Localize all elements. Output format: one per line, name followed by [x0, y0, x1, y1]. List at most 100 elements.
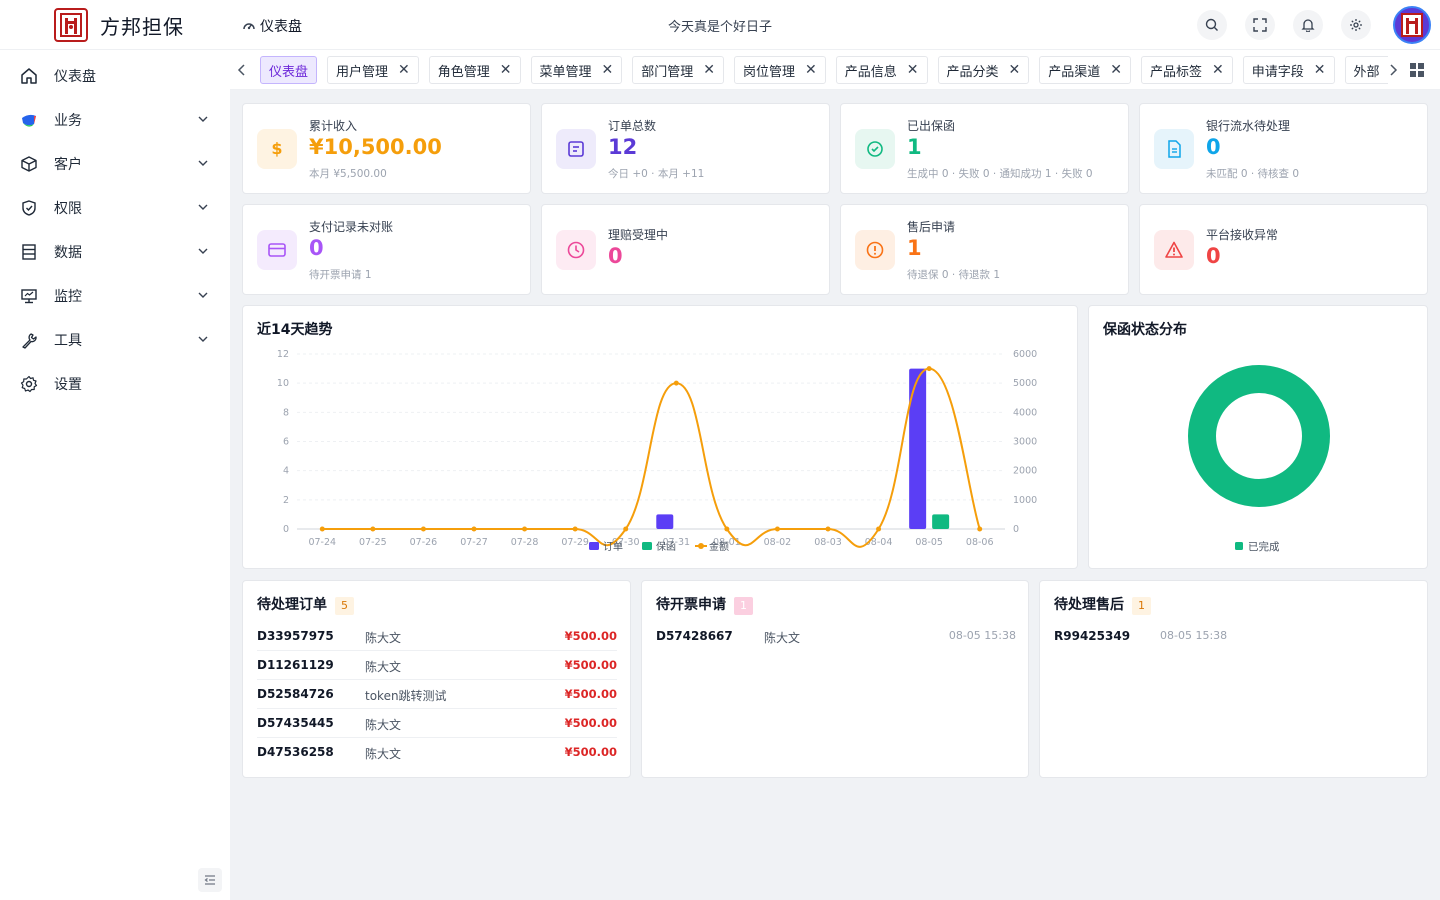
user-avatar[interactable]: [1393, 6, 1431, 44]
y-left-tick-label: 10: [277, 378, 289, 389]
x-tick-label: 07-29: [561, 537, 589, 548]
notification-button[interactable]: [1293, 10, 1323, 40]
tab-item[interactable]: 菜单管理 ✕: [530, 56, 623, 84]
sidebar-item-tools[interactable]: 工具: [0, 319, 230, 359]
amount-point[interactable]: [876, 526, 882, 532]
y-right-tick-label: 1000: [1013, 495, 1037, 506]
dashboard-icon: [243, 23, 255, 30]
close-icon[interactable]: ✕: [500, 62, 512, 78]
list-row[interactable]: D57435445 陈大文 ¥500.00: [257, 709, 617, 738]
tab-item[interactable]: 部门管理 ✕: [632, 56, 725, 84]
close-icon[interactable]: ✕: [703, 62, 715, 78]
close-icon[interactable]: ✕: [602, 62, 614, 78]
tab-item[interactable]: 用户管理 ✕: [327, 56, 419, 84]
stat-card[interactable]: 平台接收异常 0: [1139, 204, 1428, 295]
chevron-down-icon: [198, 204, 208, 210]
tab-item[interactable]: 仪表盘: [260, 56, 318, 84]
tab-item[interactable]: 角色管理 ✕: [428, 56, 521, 84]
chevron-down-icon: [198, 248, 208, 254]
list-row[interactable]: D11261129 陈大文 ¥500.00: [257, 651, 617, 680]
donut-slice[interactable]: [1188, 365, 1330, 507]
amount-point[interactable]: [420, 526, 426, 532]
stat-card[interactable]: 理赔受理中 0: [541, 204, 830, 295]
stat-card[interactable]: 支付记录未对账 0 待开票申请 1: [242, 204, 531, 295]
logo-icon: [54, 8, 88, 42]
list-row[interactable]: D33957975 陈大文 ¥500.00: [257, 622, 617, 651]
stat-subtext: 今日 +0 · 本月 +11: [608, 168, 705, 180]
stat-card[interactable]: 已出保函 1 生成中 0 · 失败 0 · 通知成功 1 · 失败 0: [840, 103, 1129, 194]
grid-icon[interactable]: [1410, 63, 1424, 77]
donut-legend-item[interactable]: 已完成: [1235, 540, 1280, 553]
pending-aftersales-card: 待处理售后 1 R99425349 08-05 15:38: [1039, 580, 1428, 778]
sidebar-item-business[interactable]: 业务: [0, 99, 230, 139]
fullscreen-button[interactable]: [1245, 10, 1275, 40]
tab-item[interactable]: 产品信息 ✕: [835, 56, 928, 84]
chevron-left-icon[interactable]: [234, 62, 250, 78]
search-button[interactable]: [1197, 10, 1227, 40]
row-amount: ¥500.00: [564, 658, 617, 672]
stat-card[interactable]: 订单总数 12 今日 +0 · 本月 +11: [541, 103, 830, 194]
row-name: 陈大文: [365, 660, 402, 674]
amount-point[interactable]: [673, 380, 679, 386]
tab-item[interactable]: 岗位管理 ✕: [734, 56, 826, 84]
row-time: 08-05 15:38: [948, 629, 1016, 642]
chevron-right-icon[interactable]: [1385, 62, 1401, 78]
close-icon[interactable]: ✕: [1009, 62, 1021, 78]
amount-point[interactable]: [319, 526, 325, 532]
close-icon[interactable]: ✕: [1212, 62, 1224, 78]
sidebar-item-label: 数据: [54, 245, 82, 261]
sidebar-item-dashboard[interactable]: 仪表盘: [0, 55, 230, 95]
stat-subtext: 待开票申请 1: [309, 269, 372, 281]
row-id: D11261129: [257, 658, 334, 672]
amount-point[interactable]: [572, 526, 578, 532]
tab-item[interactable]: 申请字段 ✕: [1242, 56, 1335, 84]
list-row[interactable]: D52584726 token跳转测试 ¥500.00: [257, 680, 617, 709]
sidebar-item-data[interactable]: 数据: [0, 231, 230, 271]
sidebar-item-monitor[interactable]: 监控: [0, 275, 230, 315]
stat-value: ¥10,500.00: [309, 135, 442, 159]
list-row[interactable]: D57428667 陈大文 08-05 15:38: [656, 622, 1016, 651]
amount-point[interactable]: [471, 526, 477, 532]
amount-point[interactable]: [724, 526, 730, 532]
settings-button[interactable]: [1341, 10, 1371, 40]
stat-card[interactable]: 售后申请 1 待退保 0 · 待退款 1: [840, 204, 1129, 295]
close-icon[interactable]: ✕: [907, 62, 919, 78]
amount-point[interactable]: [977, 526, 983, 532]
amount-point[interactable]: [774, 526, 780, 532]
close-icon[interactable]: ✕: [398, 62, 410, 78]
legend-item[interactable]: 订单: [589, 541, 623, 553]
stat-card[interactable]: $ 累计收入 ¥10,500.00 本月 ¥5,500.00: [242, 103, 531, 194]
amount-point[interactable]: [623, 526, 629, 532]
chart-bar[interactable]: [932, 514, 950, 529]
row-id: R99425349: [1054, 629, 1131, 643]
amount-point[interactable]: [926, 366, 932, 372]
amount-point[interactable]: [370, 526, 376, 532]
tab-item[interactable]: 产品渠道 ✕: [1039, 56, 1132, 84]
legend-item[interactable]: 保函: [642, 540, 676, 553]
tab-item[interactable]: 产品分类 ✕: [937, 56, 1030, 84]
legend-item[interactable]: 金额: [695, 540, 729, 553]
tab-item[interactable]: 外部✕: [1344, 56, 1388, 84]
close-icon[interactable]: ✕: [805, 62, 817, 78]
sidebar-collapse-button[interactable]: [198, 868, 222, 892]
x-tick-label: 07-25: [359, 537, 387, 548]
chart-bar[interactable]: [656, 514, 674, 529]
list-row[interactable]: R99425349 08-05 15:38: [1054, 622, 1414, 651]
wrench-icon: [22, 333, 37, 349]
sidebar-item-permission[interactable]: 权限: [0, 187, 230, 227]
sidebar-item-customer[interactable]: 客户: [0, 143, 230, 183]
list-row[interactable]: D47536258 陈大文 ¥500.00: [257, 738, 617, 767]
stat-card[interactable]: 银行流水待处理 0 未匹配 0 · 待核查 0: [1139, 103, 1428, 194]
sidebar-item-settings[interactable]: 设置: [0, 363, 230, 403]
y-right-tick-label: 2000: [1013, 466, 1037, 477]
amount-point[interactable]: [825, 526, 831, 532]
y-left-tick-label: 0: [283, 524, 289, 535]
tab-label: 部门管理: [641, 64, 694, 80]
tab-item[interactable]: 产品标签 ✕: [1141, 56, 1233, 84]
amount-point[interactable]: [522, 526, 528, 532]
breadcrumb-label[interactable]: 仪表盘: [260, 16, 302, 36]
close-icon[interactable]: ✕: [1314, 62, 1326, 78]
close-icon[interactable]: ✕: [1110, 62, 1122, 78]
pending-aftersales-badge: 1: [1132, 597, 1151, 615]
brand-logo[interactable]: 方邦担保: [54, 8, 184, 42]
